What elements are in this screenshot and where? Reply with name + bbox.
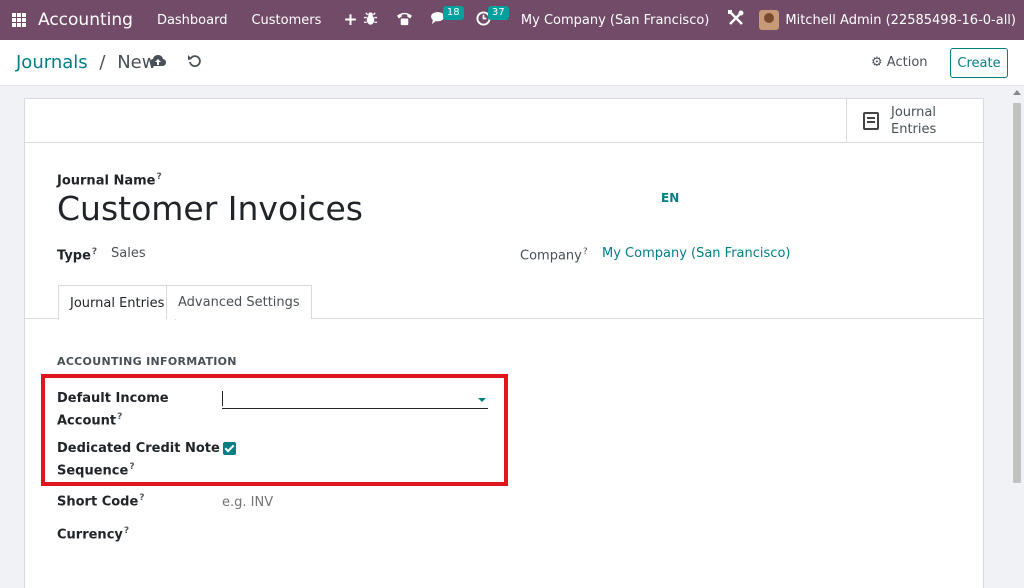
control-panel: Journals / New ⚙ Action Create <box>0 40 1024 86</box>
journal-entries-smart-button[interactable]: Journal Entries <box>846 99 983 143</box>
journal-name-label-text: Journal Name <box>57 173 156 189</box>
breadcrumb-journals-link[interactable]: Journals <box>16 52 88 73</box>
phone-icon[interactable] <box>396 11 413 30</box>
dropdown-caret-icon[interactable] <box>478 398 486 402</box>
currency-label-text: Currency <box>57 527 123 543</box>
app-name[interactable]: Accounting <box>38 10 133 30</box>
user-menu[interactable]: Mitchell Admin (22585498-16-0-all) <box>785 13 1016 28</box>
help-tooltip-icon[interactable]: ? <box>583 247 588 257</box>
button-box: Journal Entries <box>25 99 983 143</box>
short-code-label-text: Short Code <box>57 494 139 510</box>
book-icon <box>863 112 879 130</box>
breadcrumb: Journals / New <box>16 52 156 73</box>
tab-advanced-settings[interactable]: Advanced Settings <box>166 285 312 319</box>
default-income-account-label: Default Income Account? <box>57 389 169 430</box>
create-button[interactable]: Create <box>950 48 1008 78</box>
default-income-label-line1: Default Income <box>57 391 169 406</box>
help-tooltip-icon[interactable]: ? <box>156 172 161 182</box>
scrollbar-thumb[interactable] <box>1013 103 1021 483</box>
tab-journal-entries[interactable]: Journal Entries <box>58 285 177 320</box>
add-menu-icon[interactable]: + <box>343 10 357 30</box>
short-code-label: Short Code? <box>57 489 145 511</box>
help-tooltip-icon[interactable]: ? <box>129 462 134 472</box>
notebook-tabs: Journal Entries Advanced Settings <box>25 285 983 320</box>
smart-button-label: Journal Entries <box>891 104 936 138</box>
help-tooltip-icon[interactable]: ? <box>117 412 122 422</box>
user-avatar[interactable] <box>759 10 780 30</box>
text-cursor <box>222 391 223 406</box>
help-tooltip-icon[interactable]: ? <box>139 493 144 503</box>
company-switcher[interactable]: My Company (San Francisco) <box>521 13 709 28</box>
menu-customers[interactable]: Customers <box>251 13 321 28</box>
menu-dashboard[interactable]: Dashboard <box>157 13 228 28</box>
smart-button-label-line1: Journal <box>891 105 936 120</box>
tools-icon[interactable] <box>727 9 745 31</box>
page-scrollbar[interactable] <box>1011 88 1023 588</box>
credit-note-sequence-checkbox[interactable] <box>223 442 236 455</box>
short-code-input[interactable] <box>222 492 488 512</box>
journal-name-label: Journal Name? <box>57 168 162 190</box>
default-income-label-line2: Account <box>57 413 117 429</box>
discard-undo-icon[interactable] <box>188 53 202 72</box>
translation-lang-button[interactable]: EN <box>661 191 679 205</box>
currency-label: Currency? <box>57 522 129 544</box>
messages-count-badge: 18 <box>442 5 464 20</box>
credit-note-sequence-label: Dedicated Credit Note Sequence? <box>57 439 220 480</box>
scroll-up-arrow-icon[interactable] <box>1013 90 1021 95</box>
credit-note-label-line2: Sequence <box>57 463 129 479</box>
help-tooltip-icon[interactable]: ? <box>92 247 97 257</box>
company-field-link[interactable]: My Company (San Francisco) <box>602 246 790 261</box>
apps-menu-icon[interactable] <box>12 13 26 27</box>
messages-icon[interactable]: 18 <box>430 5 464 30</box>
help-tooltip-icon[interactable]: ? <box>124 526 129 536</box>
section-title: ACCOUNTING INFORMATION <box>57 355 237 368</box>
type-label-text: Type <box>57 248 91 264</box>
action-menu-button[interactable]: ⚙ Action <box>871 55 928 70</box>
form-sheet: Journal Entries Journal Name? Customer I… <box>24 98 984 588</box>
company-label-text: Company <box>520 248 582 264</box>
breadcrumb-separator: / <box>99 52 106 73</box>
journal-name-input[interactable]: Customer Invoices <box>57 189 363 228</box>
gear-icon: ⚙ <box>871 55 883 70</box>
debug-bug-icon[interactable] <box>363 11 378 30</box>
activities-clock-icon[interactable]: 37 <box>476 5 509 30</box>
top-navbar: Accounting Dashboard Customers + 18 37 M… <box>0 0 1024 40</box>
type-label: Type? <box>57 243 97 265</box>
activities-count-badge: 37 <box>487 5 509 20</box>
credit-note-label-line1: Dedicated Credit Note <box>57 441 220 456</box>
action-label: Action <box>886 55 928 70</box>
save-cloud-icon[interactable] <box>150 53 166 72</box>
default-income-account-input[interactable] <box>222 389 488 409</box>
type-value[interactable]: Sales <box>111 246 146 261</box>
smart-button-label-line2: Entries <box>891 122 937 137</box>
company-label: Company? <box>520 243 588 265</box>
